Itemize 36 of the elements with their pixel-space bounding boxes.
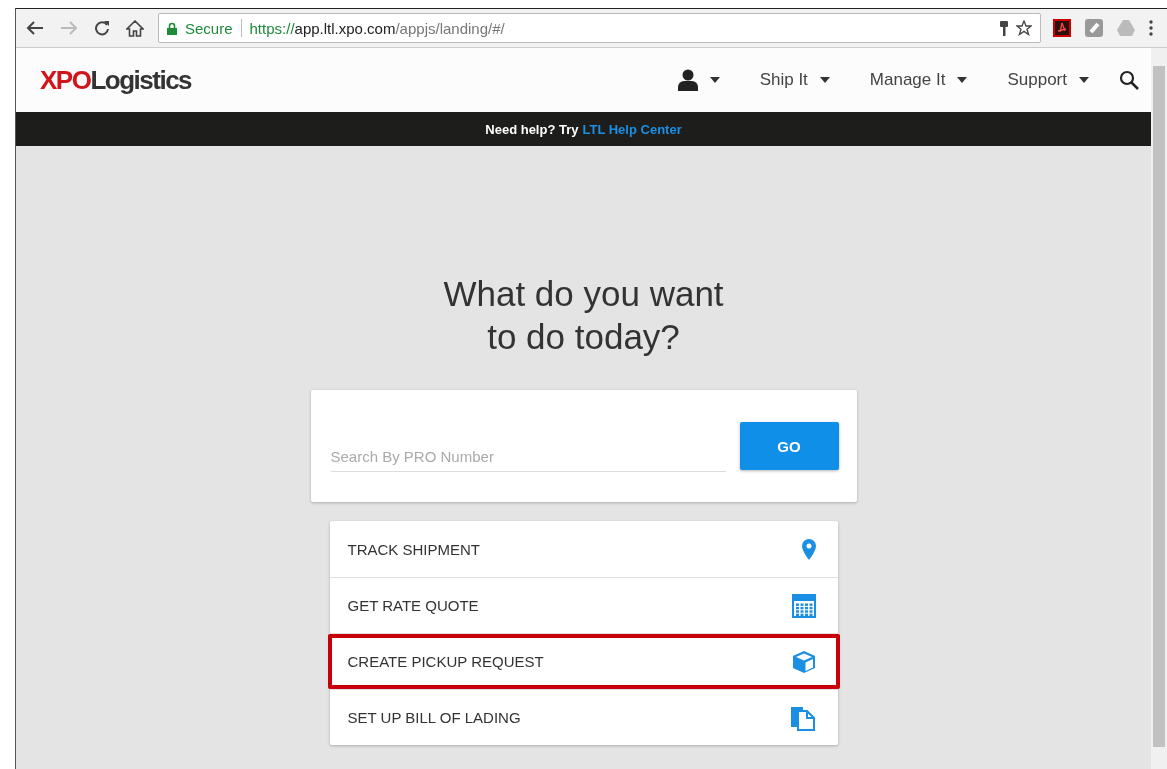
action-item[interactable]: GET RATE QUOTE — [329, 577, 838, 633]
logo-word: Logistics — [90, 64, 192, 96]
reload-button[interactable] — [92, 18, 112, 38]
logo-brand: XPO — [40, 64, 91, 96]
action-item[interactable]: TRACK SHIPMENT — [329, 521, 838, 577]
menu-icon[interactable] — [1149, 20, 1153, 36]
address-bar[interactable]: Secure https://app.ltl.xpo.com/appjs/landing/#/ — [158, 13, 1041, 43]
nav-menu[interactable]: Ship It — [759, 70, 830, 90]
key-icon[interactable] — [1000, 20, 1008, 36]
documents-icon — [789, 704, 816, 731]
calculator-icon — [791, 593, 816, 618]
headline: What do you want — [443, 273, 724, 315]
cube-icon — [791, 649, 816, 674]
action-item[interactable]: CREATE PICKUP REQUEST — [327, 633, 840, 689]
security-label: Secure — [185, 19, 233, 37]
home-button[interactable] — [124, 17, 146, 39]
caret-icon — [819, 77, 830, 83]
extension-icon[interactable] — [1085, 19, 1103, 37]
nav-menu[interactable]: Manage It — [869, 70, 968, 90]
caret-icon — [1079, 77, 1089, 83]
nav-menu[interactable]: Support — [1007, 70, 1089, 90]
headline: to do today? — [486, 316, 681, 358]
star-icon[interactable] — [1016, 20, 1032, 36]
lock-icon — [167, 21, 177, 35]
pdf-extension-icon[interactable] — [1053, 19, 1071, 37]
help-text: Need help? Try — [485, 121, 579, 137]
action-item[interactable]: SET UP BILL OF LADING — [329, 689, 838, 745]
caret-icon — [709, 77, 720, 83]
help-center-link[interactable]: LTL Help Center — [582, 121, 682, 137]
search-icon[interactable] — [1119, 70, 1139, 90]
user-icon — [677, 69, 698, 91]
caret-icon — [957, 77, 968, 83]
location-pin-icon — [801, 538, 816, 560]
account-menu[interactable] — [677, 69, 720, 91]
url-text: https://app.ltl.xpo.com/appjs/landing/#/ — [249, 19, 505, 37]
pro-number-field[interactable]: Search By PRO Number — [330, 442, 726, 472]
